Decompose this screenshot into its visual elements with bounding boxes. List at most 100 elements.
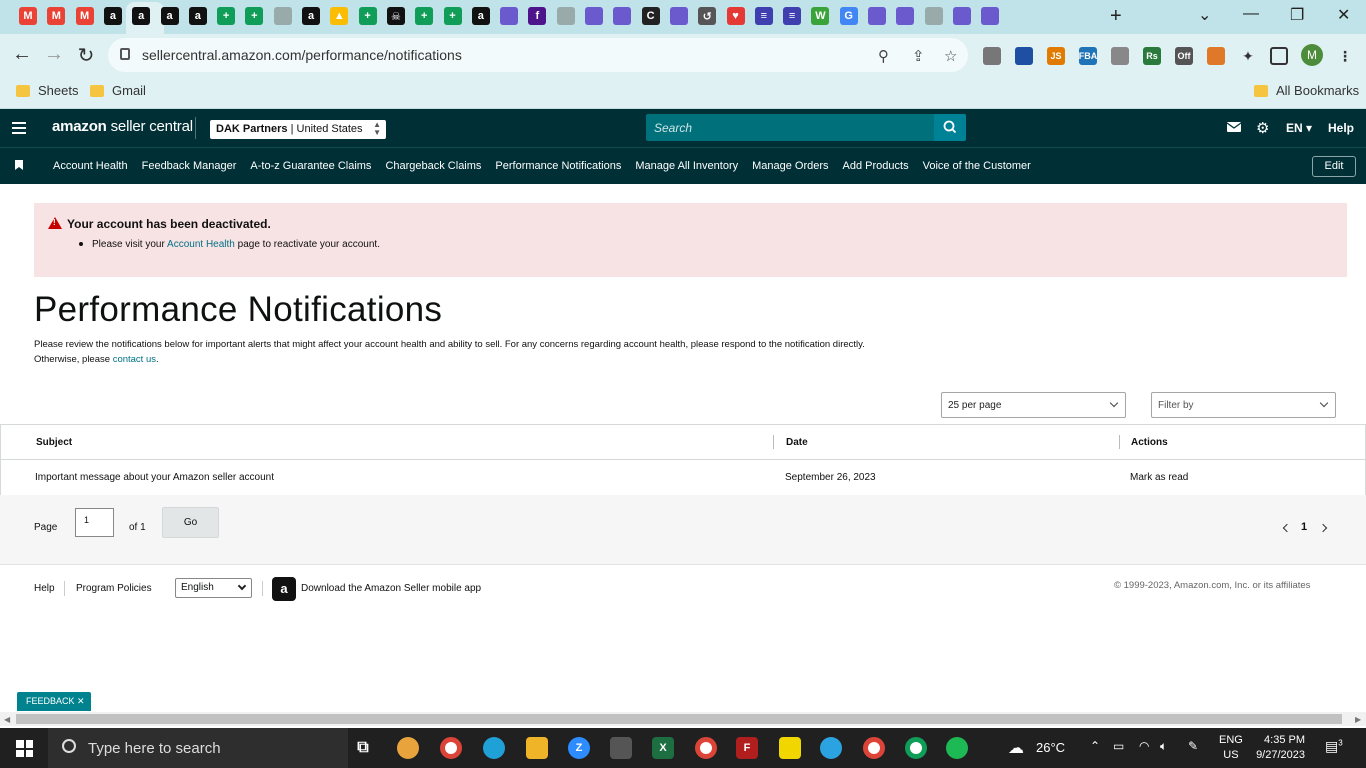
tab-search-icon[interactable]: ⌄ <box>1198 5 1211 25</box>
amazon-seller-app-icon[interactable]: a <box>272 577 296 601</box>
notification-subject-link[interactable]: Important message about your Amazon sell… <box>35 472 274 483</box>
nav-item-manage-orders[interactable]: Manage Orders <box>745 160 835 172</box>
back-icon[interactable]: ← <box>10 43 34 66</box>
tab-favicon-sheets-icon[interactable]: + <box>415 7 434 25</box>
language-select[interactable]: English <box>175 578 252 598</box>
profile-avatar[interactable]: M <box>1301 44 1323 66</box>
share-icon[interactable]: ⇪ <box>912 47 925 65</box>
seller-central-logo[interactable]: amazon seller central <box>52 118 193 135</box>
filter-by-select[interactable]: Filter by <box>1151 392 1336 418</box>
tab-favicon-sheets-icon[interactable]: + <box>217 7 236 25</box>
side-panel-icon[interactable] <box>1270 47 1288 65</box>
spotify-icon[interactable] <box>946 737 968 759</box>
menu-kebab-icon[interactable]: ⋮ <box>1336 47 1354 65</box>
extension-icon[interactable] <box>1207 47 1225 65</box>
nav-item-account-health[interactable]: Account Health <box>46 160 135 172</box>
zoom-icon[interactable]: ⚲ <box>878 47 889 65</box>
horizontal-scrollbar[interactable]: ◀ ▶ <box>0 712 1366 726</box>
zoom-app-icon[interactable]: Z <box>568 737 590 759</box>
tab-favicon-globe-icon[interactable] <box>273 7 292 25</box>
tab-favicon-pirate-icon[interactable]: ☠ <box>386 7 405 25</box>
bookmark-sheets[interactable]: Sheets <box>16 83 78 98</box>
star-icon[interactable]: ☆ <box>944 47 957 65</box>
tab-favicon-list-icon[interactable]: ≡ <box>754 7 773 25</box>
tab-favicon-drive-icon[interactable]: ▲ <box>330 7 349 25</box>
sticky-notes-icon[interactable] <box>779 737 801 759</box>
account-switcher[interactable]: DAK Partners | United States ▲ ▼ <box>210 120 386 139</box>
tab-favicon-c-app-icon[interactable]: C <box>641 7 660 25</box>
tab-favicon-list-icon[interactable]: ≡ <box>783 7 802 25</box>
tab-favicon-app-icon[interactable] <box>585 7 603 25</box>
battery-icon[interactable]: ▭ <box>1113 739 1124 753</box>
excel-icon[interactable]: X <box>652 737 674 759</box>
extensions-puzzle-icon[interactable]: ✦ <box>1239 47 1257 65</box>
pen-icon[interactable]: ✎ <box>1188 739 1198 753</box>
tab-favicon-heart-icon[interactable]: ♥ <box>726 7 745 25</box>
extension-icon[interactable] <box>1111 47 1129 65</box>
go-button[interactable]: Go <box>162 507 219 538</box>
scroll-left-icon[interactable]: ◀ <box>4 715 10 724</box>
hamburger-menu-icon[interactable] <box>12 122 26 134</box>
previous-page-icon[interactable] <box>1282 523 1292 533</box>
nav-item-add-products[interactable]: Add Products <box>836 160 916 172</box>
show-hidden-icons[interactable]: ⌃ <box>1090 739 1100 753</box>
filezilla-icon[interactable]: F <box>736 737 758 759</box>
chrome-profile-icon[interactable] <box>695 737 717 759</box>
search-button[interactable] <box>934 114 966 141</box>
tab-favicon-app-icon[interactable] <box>500 7 519 25</box>
next-page-icon[interactable] <box>1318 523 1328 533</box>
tab-favicon-app-icon[interactable] <box>613 7 632 25</box>
footer-help-link[interactable]: Help <box>34 583 55 594</box>
tab-favicon-app-icon[interactable] <box>981 7 1000 25</box>
extension-icon[interactable] <box>983 47 1001 65</box>
settings-gear-icon[interactable]: ⚙ <box>1256 119 1269 137</box>
nav-item-manage-all-inventory[interactable]: Manage All Inventory <box>628 160 745 172</box>
nav-item-voice-of-the-customer[interactable]: Voice of the Customer <box>916 160 1038 172</box>
help-link[interactable]: Help <box>1328 121 1354 135</box>
feedback-tab[interactable]: FEEDBACK ✕ <box>17 692 91 711</box>
extension-icon[interactable] <box>1015 47 1033 65</box>
tab-favicon-amazon-icon[interactable]: a <box>160 7 179 25</box>
current-page-number[interactable]: 1 <box>1301 521 1307 533</box>
weather-temperature[interactable]: 26°C <box>1036 740 1065 755</box>
windows-start-icon[interactable] <box>16 740 33 757</box>
tab-favicon-google-icon[interactable]: G <box>839 7 858 25</box>
telegram-icon[interactable] <box>820 737 842 759</box>
scrollbar-thumb[interactable] <box>16 714 1342 724</box>
pinned-app-icon[interactable] <box>397 737 419 759</box>
contact-us-link[interactable]: contact us <box>113 354 156 365</box>
column-header-date[interactable]: Date <box>786 437 808 448</box>
tab-favicon-globe-icon[interactable] <box>924 7 943 25</box>
tab-favicon-app-icon[interactable] <box>952 7 971 25</box>
bookmark-icon[interactable] <box>15 160 23 170</box>
close-icon[interactable]: ✕ <box>77 696 85 706</box>
clock[interactable]: 4:35 PM 9/27/2023 <box>1255 733 1305 763</box>
tab-favicon-app-icon[interactable] <box>868 7 886 25</box>
column-header-subject[interactable]: Subject <box>36 437 72 448</box>
tab-favicon-amazon-icon[interactable]: a <box>103 7 122 25</box>
nav-item-a-to-z-guarantee-claims[interactable]: A-to-z Guarantee Claims <box>243 160 378 172</box>
tab-favicon-amazon-icon[interactable]: a <box>188 7 207 25</box>
tab-favicon-amazon-icon[interactable]: a <box>302 7 320 25</box>
new-tab-button[interactable]: + <box>1110 5 1122 28</box>
volume-icon[interactable]: 🔈︎ <box>1160 739 1167 754</box>
tab-favicon-sheets-icon[interactable]: + <box>245 7 264 25</box>
language-selector[interactable]: EN ▾ <box>1286 121 1312 135</box>
mark-as-read-link[interactable]: Mark as read <box>1130 472 1188 483</box>
per-page-select[interactable]: 25 per page <box>941 392 1126 418</box>
tab-favicon-globe-icon[interactable] <box>556 7 575 25</box>
file-explorer-icon[interactable] <box>526 737 548 759</box>
minimize-button[interactable]: — <box>1243 5 1259 23</box>
chrome-active-icon[interactable] <box>905 737 927 759</box>
edge-icon[interactable] <box>483 737 505 759</box>
close-window-button[interactable]: ✕ <box>1337 5 1350 25</box>
extension-icon[interactable]: Off <box>1175 47 1193 65</box>
tab-favicon-amazon-icon[interactable]: a <box>471 7 490 25</box>
all-bookmarks[interactable]: All Bookmarks <box>1254 83 1359 98</box>
forward-icon[interactable]: → <box>42 43 66 66</box>
tab-favicon-sheets-icon[interactable]: + <box>443 7 462 25</box>
input-language[interactable]: ENG US <box>1219 733 1243 763</box>
tab-favicon-gmail-icon[interactable]: M <box>19 7 37 25</box>
tab-favicon-amazon-icon[interactable]: a <box>132 7 151 25</box>
reload-icon[interactable]: ↻ <box>74 43 98 68</box>
